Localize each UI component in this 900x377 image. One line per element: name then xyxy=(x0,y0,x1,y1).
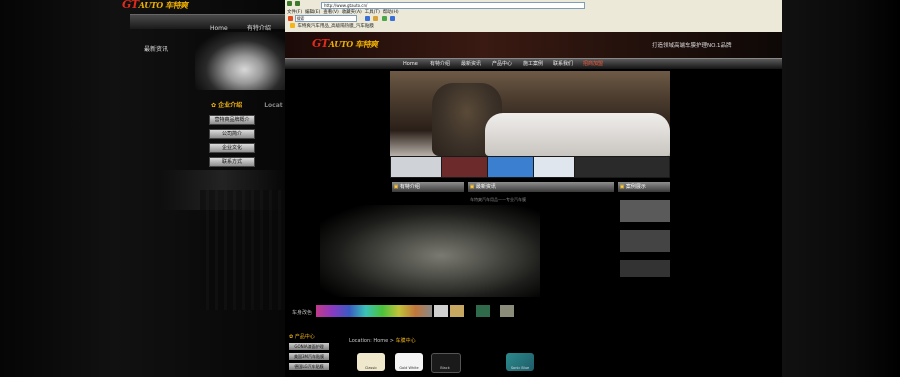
site-slogan: 打造领域高端车膜护理NO.1品牌 xyxy=(652,43,732,49)
color-swatch-strip[interactable] xyxy=(316,305,432,317)
product-label: Black xyxy=(440,366,450,370)
browser-tab-row: 车特爽汽车用品_高级隔热膜_汽车贴膜 xyxy=(285,23,786,31)
browser-toolbar: 搜索 xyxy=(285,15,784,23)
site-nav: Home 有特介绍 最新资讯 产品中心 施工案例 联系我们 招商加盟 xyxy=(285,58,782,69)
toolbar-icon[interactable] xyxy=(364,16,370,21)
browser-chrome: http://www.gtauto.cn/ 文件(F) 编辑(E) 查看(V) … xyxy=(285,0,782,33)
thumbnail[interactable] xyxy=(391,157,441,177)
product-label: Sonic Blue xyxy=(510,366,530,370)
background-page-right xyxy=(782,0,900,377)
nav-about[interactable]: 有特介绍 xyxy=(430,59,450,69)
browser-address-row: http://www.gtauto.cn/ xyxy=(285,1,782,9)
left-nav-news[interactable]: 最新资讯 xyxy=(144,43,168,57)
toolbar-icon[interactable] xyxy=(373,16,379,21)
site-logo[interactable]: GTAUTO 车特爽 xyxy=(312,37,378,50)
color-swatch[interactable] xyxy=(434,305,448,317)
left-faint-cars xyxy=(200,190,285,310)
search-icon[interactable] xyxy=(288,16,293,21)
case-thumbnail[interactable] xyxy=(620,260,670,277)
thumbnail[interactable] xyxy=(442,157,487,177)
panel-header-news[interactable]: ▣ 最新资讯 xyxy=(468,182,614,192)
left-car-photo xyxy=(195,32,285,90)
left-site-logo: GTAUTO 车特爽 xyxy=(122,0,188,11)
news-item[interactable]: 车特爽汽车用品——专业汽车膜 xyxy=(470,197,526,203)
breadcrumb: Location: Home > 车膜中心 xyxy=(349,338,416,344)
banner-thumbnails xyxy=(390,156,670,178)
left-side-menu-item[interactable]: 联系方式 xyxy=(209,157,255,167)
left-side-menu: ✿ 企业介绍 Locat 营特爽品牌概介 公司简介 企业文化 联系方式 xyxy=(205,100,285,171)
product-menu-title: ✿ 产品中心 xyxy=(289,334,315,340)
search-input[interactable]: 搜索 xyxy=(295,15,358,22)
color-swatches xyxy=(290,305,530,317)
case-thumbnail[interactable] xyxy=(620,230,670,252)
nav-products[interactable]: 产品中心 xyxy=(492,59,512,69)
hero-banner[interactable] xyxy=(390,71,670,156)
nav-franchise[interactable]: 招商加盟 xyxy=(583,59,603,69)
browser-tab-title[interactable]: 车特爽汽车用品_高级隔热膜_汽车贴膜 xyxy=(297,24,374,29)
toolbar-icon[interactable] xyxy=(381,16,387,21)
toolbar-icon[interactable] xyxy=(390,16,396,21)
color-swatch[interactable] xyxy=(476,305,490,317)
case-thumbnails xyxy=(620,182,670,277)
left-side-menu-item[interactable]: 公司简介 xyxy=(209,129,255,139)
thumbnail[interactable] xyxy=(488,157,533,177)
thumbnail[interactable] xyxy=(534,157,574,177)
back-icon[interactable] xyxy=(287,1,292,6)
product-label: Gold White xyxy=(399,366,419,370)
color-swatch[interactable] xyxy=(450,305,464,317)
left-side-menu-item[interactable]: 企业文化 xyxy=(209,143,255,153)
product-menu-item[interactable]: GONIA漆面护理 xyxy=(289,343,329,350)
product-menu-item[interactable]: 德国LG汽车贴膜 xyxy=(289,363,329,370)
left-side-menu-title: ✿ 企业介绍 Locat xyxy=(211,102,283,109)
panel-header-about[interactable]: ▣ 有特介绍 xyxy=(392,182,464,192)
product-tile[interactable] xyxy=(431,353,461,373)
nav-news[interactable]: 最新资讯 xyxy=(461,59,481,69)
left-side-menu-item[interactable]: 营特爽品牌概介 xyxy=(209,115,255,125)
product-label: Classic xyxy=(364,366,378,370)
nav-home[interactable]: Home xyxy=(403,59,418,69)
address-bar[interactable]: http://www.gtauto.cn/ xyxy=(321,2,585,9)
nav-cases[interactable]: 施工案例 xyxy=(523,59,543,69)
product-menu: ✿ 产品中心 GONIA漆面护理 美国3M汽车贴膜 德国LG汽车贴膜 xyxy=(285,333,335,377)
forward-icon[interactable] xyxy=(295,1,301,6)
thumbnail[interactable] xyxy=(575,157,669,177)
color-swatch[interactable] xyxy=(500,305,514,317)
nav-contact[interactable]: 联系我们 xyxy=(553,59,573,69)
page-favicon xyxy=(290,23,295,28)
hero-car xyxy=(485,113,670,156)
featured-car xyxy=(320,205,540,297)
product-menu-item[interactable]: 美国3M汽车贴膜 xyxy=(289,353,329,360)
case-thumbnail[interactable] xyxy=(620,200,670,222)
left-site-nav: Home 有特介绍 最新资讯 xyxy=(130,14,285,53)
